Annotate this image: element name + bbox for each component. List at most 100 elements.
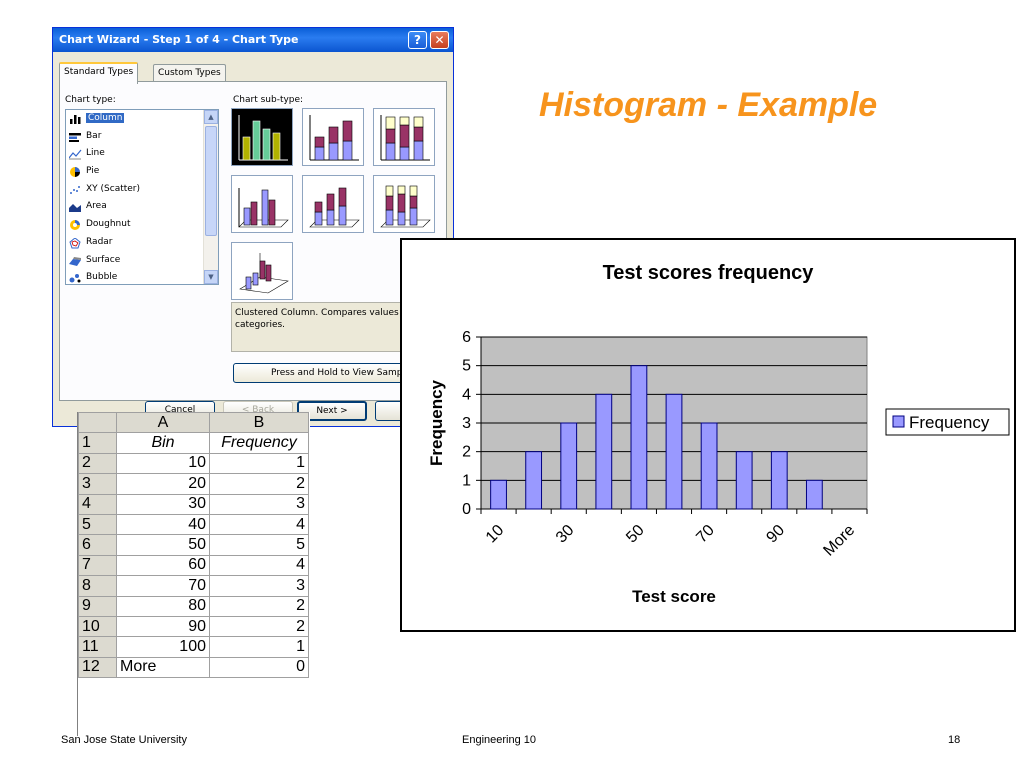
dialog-title: Chart Wizard - Step 1 of 4 - Chart Type bbox=[59, 33, 299, 46]
subtype-3d-stacked-column[interactable] bbox=[302, 175, 364, 233]
row-header[interactable]: 4 bbox=[78, 493, 117, 515]
subtype-stacked-column[interactable] bbox=[302, 108, 364, 166]
subtype-100-stacked-column[interactable] bbox=[373, 108, 435, 166]
cell-bin[interactable]: 80 bbox=[116, 595, 210, 617]
x-tick-label: 30 bbox=[553, 522, 578, 547]
cell-frequency[interactable]: 2 bbox=[209, 595, 309, 617]
y-tick-label: 6 bbox=[462, 329, 471, 346]
cell-bin[interactable]: 100 bbox=[116, 636, 210, 658]
x-tick-label: 90 bbox=[763, 522, 788, 547]
row-header[interactable]: 1 bbox=[78, 432, 117, 454]
bar-60 bbox=[665, 393, 683, 510]
tab-standard-types[interactable]: Standard Types bbox=[59, 62, 139, 84]
corner-cell[interactable] bbox=[78, 412, 117, 434]
cell-bin[interactable]: 40 bbox=[116, 513, 210, 536]
cell-bin[interactable]: 90 bbox=[116, 615, 210, 638]
row-header[interactable]: 3 bbox=[78, 473, 117, 495]
chart-type-item-surface[interactable]: Surface bbox=[66, 252, 205, 270]
table-row: 11 100 1 bbox=[78, 636, 309, 658]
chart-type-label: Area bbox=[86, 201, 107, 212]
chart-type-item-area[interactable]: Area bbox=[66, 198, 205, 216]
row-header[interactable]: 7 bbox=[78, 554, 117, 577]
row-header[interactable]: 6 bbox=[78, 534, 117, 556]
chart-svg: Test scores frequency 0 1 2 3 4 5 6 10 30 50 70 90 Mo… bbox=[427, 262, 1010, 606]
cell-frequency[interactable]: Frequency bbox=[209, 432, 309, 454]
list-scrollbar[interactable]: ▲ ▼ bbox=[203, 110, 218, 284]
row-header[interactable]: 2 bbox=[78, 452, 117, 475]
row-header[interactable]: 5 bbox=[78, 513, 117, 536]
table-row: 1 Bin Frequency bbox=[78, 432, 309, 454]
x-tick-label: 10 bbox=[483, 522, 508, 547]
cell-bin[interactable]: 30 bbox=[116, 493, 210, 515]
subtype-clustered-column[interactable] bbox=[231, 108, 293, 166]
scroll-thumb[interactable] bbox=[205, 126, 217, 236]
row-header[interactable]: 8 bbox=[78, 575, 117, 597]
table-row: 12 More 0 bbox=[78, 656, 309, 679]
table-row: 3 20 2 bbox=[78, 473, 309, 495]
row-header[interactable]: 9 bbox=[78, 595, 117, 617]
cell-bin[interactable]: More bbox=[116, 656, 210, 679]
column-header-row: A B bbox=[78, 412, 309, 434]
subtype-3d-100-stacked-column[interactable] bbox=[373, 175, 435, 233]
scroll-up-icon[interactable]: ▲ bbox=[204, 110, 218, 124]
y-tick-label: 1 bbox=[462, 472, 471, 489]
table-row: 4 30 3 bbox=[78, 493, 309, 515]
row-header[interactable]: 11 bbox=[78, 636, 117, 658]
row-header[interactable]: 12 bbox=[78, 656, 117, 679]
dialog-title-bar[interactable]: Chart Wizard - Step 1 of 4 - Chart Type … bbox=[53, 28, 453, 52]
cell-frequency[interactable]: 3 bbox=[209, 493, 309, 515]
chart-type-item-xy-scatter[interactable]: XY (Scatter) bbox=[66, 181, 205, 199]
column-header-a[interactable]: A bbox=[116, 412, 210, 434]
x-tick-label: 70 bbox=[693, 522, 718, 547]
chart-type-item-line[interactable]: Line bbox=[66, 145, 205, 163]
tab-custom-types[interactable]: Custom Types bbox=[153, 64, 226, 82]
chart-type-item-bar[interactable]: Bar bbox=[66, 128, 205, 146]
help-button[interactable]: ? bbox=[408, 31, 427, 49]
chart-type-item-bubble[interactable]: Bubble bbox=[66, 269, 205, 287]
close-button[interactable]: ✕ bbox=[430, 31, 449, 49]
cell-bin[interactable]: 10 bbox=[116, 452, 210, 475]
3d-clustered-column-icon bbox=[238, 188, 289, 228]
cell-bin[interactable]: 60 bbox=[116, 554, 210, 577]
cell-frequency[interactable]: 2 bbox=[209, 473, 309, 495]
chart-type-label: Doughnut bbox=[86, 219, 131, 230]
table-row: 6 50 5 bbox=[78, 534, 309, 556]
cell-frequency[interactable]: 1 bbox=[209, 636, 309, 658]
chart-type-item-pie[interactable]: Pie bbox=[66, 163, 205, 181]
subtype-3d-column[interactable] bbox=[231, 242, 293, 300]
cell-frequency[interactable]: 3 bbox=[209, 575, 309, 597]
y-tick-label: 3 bbox=[462, 415, 471, 432]
cell-bin[interactable]: 20 bbox=[116, 473, 210, 495]
chart-type-item-column[interactable]: Column bbox=[66, 110, 205, 128]
x-axis-title: Test score bbox=[632, 587, 716, 606]
pie-chart-icon bbox=[69, 167, 82, 178]
bar-80 bbox=[735, 451, 753, 510]
chart-type-label: Bubble bbox=[86, 272, 118, 283]
description-text: Clustered Column. Compares values catego… bbox=[235, 308, 399, 330]
scroll-down-icon[interactable]: ▼ bbox=[204, 270, 218, 284]
cell-frequency[interactable]: 0 bbox=[209, 656, 309, 679]
cell-bin[interactable]: 50 bbox=[116, 534, 210, 556]
subtype-3d-clustered-column[interactable] bbox=[231, 175, 293, 233]
column-header-b[interactable]: B bbox=[209, 412, 309, 434]
chart-type-item-doughnut[interactable]: Doughnut bbox=[66, 216, 205, 234]
chart-type-item-radar[interactable]: Radar bbox=[66, 234, 205, 252]
3d-stacked-column-icon bbox=[309, 187, 360, 228]
line-chart-icon bbox=[68, 149, 82, 160]
cell-frequency[interactable]: 5 bbox=[209, 534, 309, 556]
chart-type-label: Pie bbox=[86, 166, 100, 177]
stacked-column-icon bbox=[309, 115, 359, 161]
table-row: 10 90 2 bbox=[78, 615, 309, 638]
chart-type-list[interactable]: Column Bar Line Pie XY (Scatter) Area Doughnut… bbox=[65, 109, 219, 285]
row-header[interactable]: 10 bbox=[78, 615, 117, 638]
cell-frequency[interactable]: 1 bbox=[209, 452, 309, 475]
cell-frequency[interactable]: 4 bbox=[209, 513, 309, 536]
3d-percent-stacked-column-icon bbox=[380, 185, 431, 228]
cell-bin[interactable]: Bin bbox=[116, 432, 210, 454]
cell-frequency[interactable]: 4 bbox=[209, 554, 309, 577]
y-tick-label: 5 bbox=[462, 358, 471, 375]
cell-frequency[interactable]: 2 bbox=[209, 615, 309, 638]
x-tick-label: 50 bbox=[623, 522, 648, 547]
cell-bin[interactable]: 70 bbox=[116, 575, 210, 597]
x-tick-label: More bbox=[820, 522, 858, 560]
